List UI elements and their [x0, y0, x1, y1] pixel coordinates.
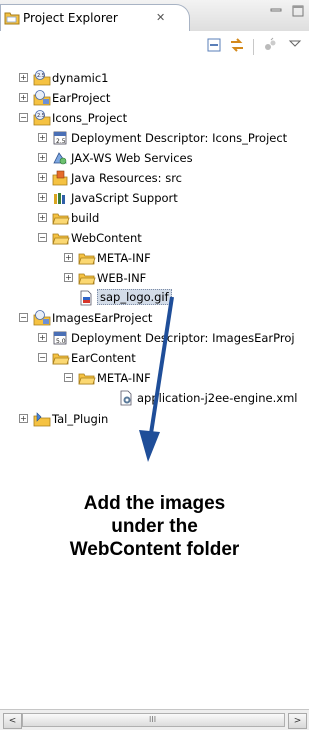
annotation-line: under the — [111, 516, 198, 537]
annotation-arrow — [139, 296, 174, 462]
horizontal-scrollbar[interactable]: < III > — [0, 709, 309, 730]
scroll-left-icon[interactable]: < — [3, 713, 22, 729]
scrollbar-grip-icon: III — [149, 715, 157, 724]
annotation-text: Add the images under the WebContent fold… — [0, 492, 309, 561]
annotation-line: Add the images — [83, 493, 226, 514]
scrollbar-thumb[interactable]: III — [22, 713, 285, 727]
annotation-line: WebContent folder — [69, 539, 240, 560]
scroll-right-icon[interactable]: > — [288, 713, 307, 729]
